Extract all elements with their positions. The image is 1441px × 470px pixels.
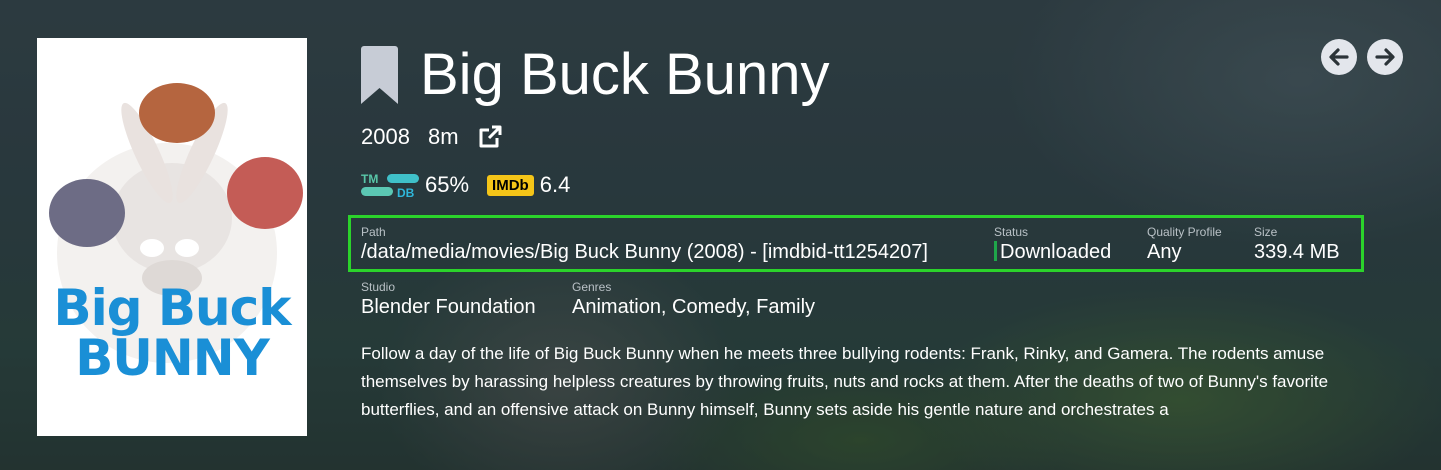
status-label: Status <box>994 225 1029 239</box>
svg-text:TM: TM <box>361 172 378 186</box>
studio-field: Studio Blender Foundation <box>361 280 536 320</box>
status-value-row: Downloaded <box>994 239 1111 265</box>
imdb-logo: IMDb <box>487 174 534 196</box>
path-value: /data/media/movies/Big Buck Bunny (2008)… <box>361 241 928 263</box>
size-label: Size <box>1254 225 1278 239</box>
svg-text:DB: DB <box>397 186 415 198</box>
file-details-panel: Path /data/media/movies/Big Buck Bunny (… <box>348 215 1364 272</box>
poster-title-line2: BUNNY <box>75 329 270 387</box>
page-title: Big Buck Bunny <box>420 42 830 107</box>
studio-label: Studio <box>361 280 396 294</box>
status-indicator <box>994 241 997 261</box>
genres-value: Animation, Comedy, Family <box>572 296 816 318</box>
genres-label: Genres <box>572 280 612 294</box>
ratings-row: TM DB 65% IMDb 6.4 <box>361 172 570 198</box>
arrow-right-icon <box>1375 48 1395 66</box>
path-field: Path /data/media/movies/Big Buck Bunny (… <box>361 225 928 265</box>
status-field: Status Downloaded <box>994 225 1111 265</box>
path-label: Path <box>361 225 386 239</box>
size-field: Size 339.4 MB <box>1254 225 1340 265</box>
status-value: Downloaded <box>1000 241 1112 263</box>
quality-profile-label: Quality Profile <box>1147 225 1222 239</box>
runtime: 8m <box>427 124 459 149</box>
arrow-left-icon <box>1329 48 1349 66</box>
next-movie-button[interactable] <box>1367 39 1403 75</box>
tmdb-score: 65% <box>425 172 470 197</box>
external-link-icon <box>479 125 502 148</box>
movie-meta: 2008 8m <box>361 124 503 150</box>
poster-title-line1: Big Buck <box>53 279 291 337</box>
title-row: Big Buck Bunny <box>361 42 829 108</box>
release-year: 2008 <box>361 124 410 149</box>
previous-movie-button[interactable] <box>1321 39 1357 75</box>
external-link[interactable] <box>477 124 503 150</box>
imdb-score: 6.4 <box>539 172 571 197</box>
quality-profile-field: Quality Profile Any <box>1147 225 1222 265</box>
studio-value: Blender Foundation <box>361 296 536 318</box>
bookmark-icon[interactable] <box>361 46 398 104</box>
tmdb-logo-icon: TM DB <box>361 172 419 198</box>
movie-navigation <box>1321 39 1403 75</box>
size-value: 339.4 MB <box>1254 241 1340 263</box>
quality-profile-value: Any <box>1147 241 1182 263</box>
poster-title-text: Big Buck BUNNY <box>37 283 307 383</box>
genres-field: Genres Animation, Comedy, Family <box>572 280 815 320</box>
movie-poster: Big Buck BUNNY <box>37 38 307 436</box>
movie-overview: Follow a day of the life of Big Buck Bun… <box>361 344 1329 419</box>
